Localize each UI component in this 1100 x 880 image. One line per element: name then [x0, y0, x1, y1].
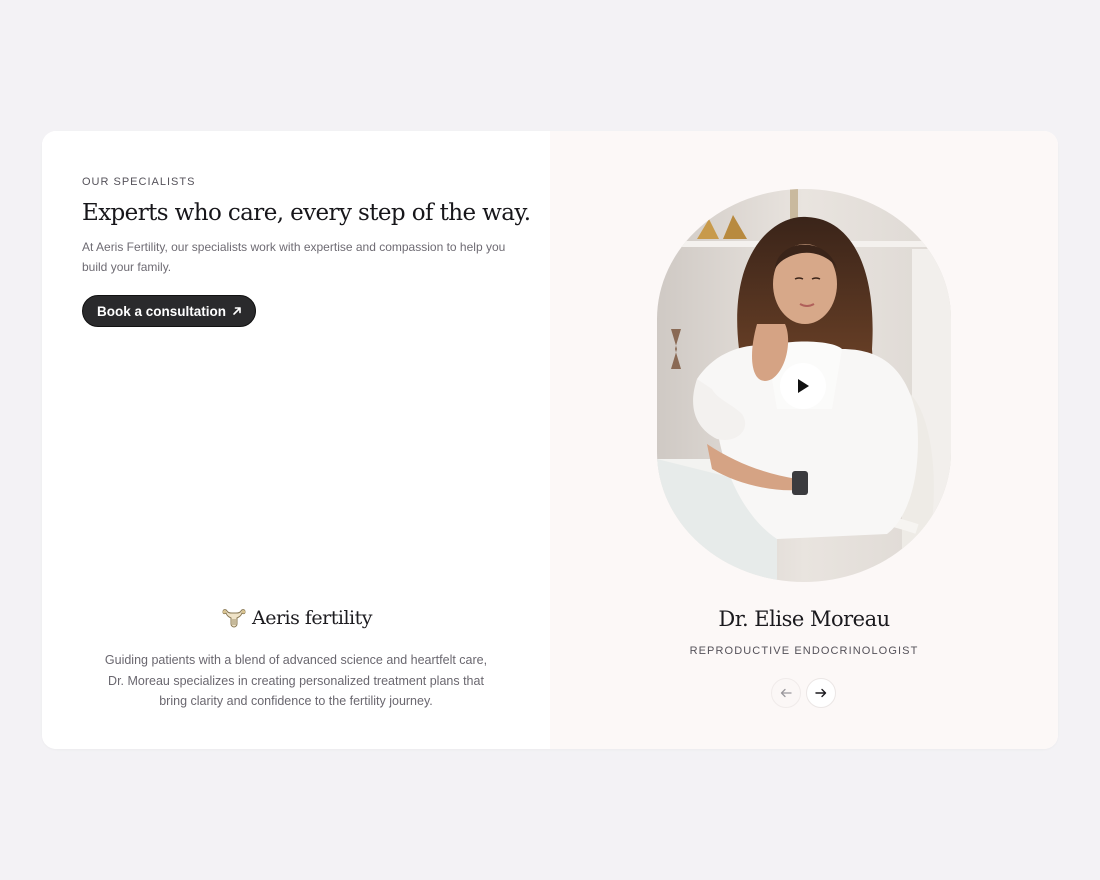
- carousel-next-button[interactable]: [806, 678, 836, 708]
- section-headline: Experts who care, every step of the way.: [82, 200, 531, 226]
- section-intro: At Aeris Fertility, our specialists work…: [82, 240, 506, 274]
- arrow-right-icon: [815, 688, 827, 698]
- carousel-prev-button[interactable]: [771, 678, 801, 708]
- brand-name: Aeris fertility: [251, 607, 373, 629]
- section-eyebrow: OUR SPECIALISTS: [82, 176, 196, 188]
- specialist-bio: Guiding patients with a blend of advance…: [104, 653, 488, 708]
- play-video-button[interactable]: [780, 363, 826, 409]
- play-icon: [798, 379, 809, 393]
- specialist-role: REPRODUCTIVE ENDOCRINOLOGIST: [689, 645, 919, 657]
- specialist-carousel-panel: Dr. Elise Moreau REPRODUCTIVE ENDOCRINOL…: [550, 131, 1058, 749]
- book-consultation-button[interactable]: Book a consultation: [82, 295, 257, 327]
- book-consultation-label: Book a consultation: [97, 303, 227, 319]
- arrow-up-right-icon: [233, 307, 241, 315]
- specialist-name: Dr. Elise Moreau: [718, 607, 890, 631]
- specialists-info-panel: OUR SPECIALISTS Experts who care, every …: [42, 131, 550, 749]
- brand-lockup: Aeris fertility: [42, 607, 550, 629]
- arrow-left-icon: [780, 688, 792, 698]
- uterus-logo-icon: [222, 609, 246, 628]
- specialists-card: OUR SPECIALISTS Experts who care, every …: [42, 131, 1058, 749]
